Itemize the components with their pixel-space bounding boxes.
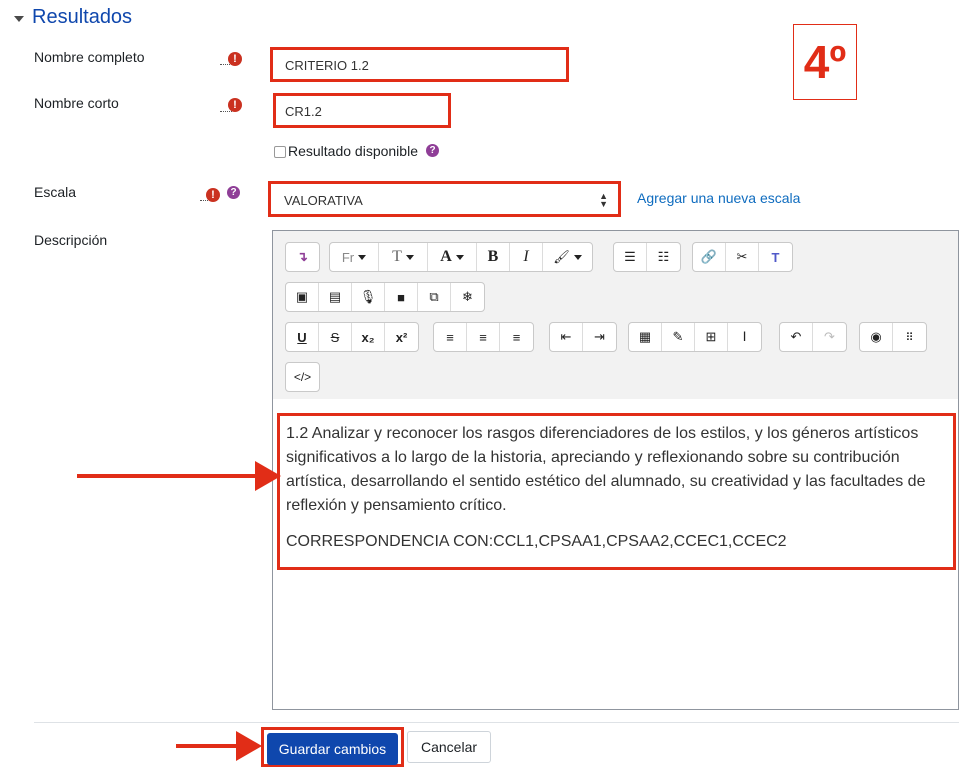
font-family-button[interactable]: Fr [330, 243, 379, 271]
align-right-button[interactable]: ≡ [500, 323, 533, 351]
add-scale-link[interactable]: Agregar una nueva escala [637, 190, 800, 206]
redo-button[interactable]: ↷ [813, 323, 846, 351]
code-icon: </> [293, 370, 312, 384]
help-icon[interactable]: ? [227, 186, 240, 199]
description-content[interactable]: 1.2 Analizar y reconocer los rasgos dife… [277, 413, 956, 570]
divider [34, 722, 959, 723]
link-button[interactable]: 🔗 [693, 243, 726, 271]
scale-label: Escala [34, 184, 77, 200]
select-arrows-icon: ▲ ▼ [599, 191, 608, 209]
text-cursor-icon: Ⅰ [742, 329, 747, 344]
paintbrush-icon: 🖌 [553, 249, 570, 264]
save-button[interactable]: Guardar cambios [267, 733, 398, 765]
accessibility-checker-button[interactable]: ◉ [860, 323, 893, 351]
section-title: Resultados [32, 6, 133, 28]
teams-icon: T [771, 249, 780, 265]
superscript-button[interactable]: x² [385, 323, 418, 351]
undo-icon: ↶ [790, 329, 802, 344]
redo-icon: ↷ [824, 329, 835, 344]
description-label: Descripción [34, 232, 108, 248]
record-video-button[interactable]: ■ [385, 283, 418, 311]
equation-button[interactable]: ▦ [629, 323, 662, 351]
media-file-icon: ▤ [328, 289, 342, 304]
table-button[interactable]: ⊞ [695, 323, 728, 351]
h5p-button[interactable]: ❄ [451, 283, 484, 311]
available-label: Resultado disponible [288, 143, 418, 159]
bullet-list-icon: ☰ [624, 249, 636, 264]
image-button[interactable]: ▣ [286, 283, 319, 311]
braille-icon: ⠿ [905, 331, 914, 344]
table-icon: ⊞ [705, 329, 717, 344]
calculator-icon: ▦ [638, 329, 652, 344]
indent-button[interactable]: ⇥ [583, 323, 616, 351]
font-color-icon: A [440, 248, 452, 265]
save-button-highlight: Guardar cambios [261, 727, 404, 767]
required-icon: ! [206, 188, 220, 202]
underline-button[interactable]: U [286, 323, 319, 351]
clear-format-button[interactable]: Ⅰ [728, 323, 761, 351]
description-paragraph: 1.2 Analizar y reconocer los rasgos dife… [286, 425, 926, 514]
h5p-icon: ❄ [462, 289, 473, 304]
align-center-button[interactable]: ≡ [467, 323, 500, 351]
fullname-input[interactable]: CRITERIO 1.2 [270, 47, 569, 82]
html-button[interactable]: </> [286, 363, 319, 391]
shortname-label: Nombre corto [34, 95, 119, 111]
pointer-arrow-line [176, 744, 238, 748]
font-size-icon: T [392, 248, 402, 265]
pointer-arrow-icon [255, 461, 281, 491]
pointer-arrow-icon [236, 731, 262, 761]
section-header[interactable]: Resultados [14, 6, 132, 29]
special-chars-button[interactable]: ✎ [662, 323, 695, 351]
editor-toolbar: ↴ Fr T A B I 🖌 ☰ ☷ 🔗 ✂ T ▣ ▤ 🎙 ■ ⧉ ❄ U S… [273, 231, 958, 400]
required-icon: ! [228, 98, 242, 112]
required-icon: ! [228, 52, 242, 66]
pointer-arrow-line [77, 474, 257, 478]
strikethrough-button[interactable]: S [319, 323, 352, 351]
toolbar-toggle-icon[interactable]: ↴ [286, 243, 319, 271]
edit-icon: ✎ [672, 329, 684, 344]
highlight-button[interactable]: 🖌 [543, 243, 592, 271]
scale-select[interactable]: VALORATIVA ▲ ▼ [268, 181, 621, 217]
help-icon[interactable]: ? [426, 144, 439, 157]
ordered-list-button[interactable]: ☷ [647, 243, 680, 271]
accessibility-icon: ◉ [870, 329, 882, 344]
step-annotation: 4º [793, 24, 857, 100]
link-icon: 🔗 [700, 249, 718, 264]
video-camera-icon: ■ [397, 289, 405, 305]
indent-icon: ⇥ [594, 329, 605, 344]
align-right-icon: ≡ [512, 329, 521, 345]
teams-button[interactable]: T [759, 243, 792, 271]
available-checkbox[interactable] [274, 146, 286, 158]
bold-button[interactable]: B [477, 243, 510, 271]
subscript-button[interactable]: x₂ [352, 323, 385, 351]
description-correspondence: CORRESPONDENCIA CON:CCL1,CPSAA1,CPSAA2,C… [286, 533, 787, 550]
unlink-icon: ✂ [736, 249, 748, 264]
outdent-button[interactable]: ⇤ [550, 323, 583, 351]
shortname-input[interactable]: CR1.2 [273, 93, 451, 128]
italic-button[interactable]: I [510, 243, 543, 271]
fullname-label: Nombre completo [34, 49, 145, 65]
media-button[interactable]: ▤ [319, 283, 352, 311]
collapse-caret-icon[interactable] [14, 15, 24, 22]
image-icon: ▣ [295, 289, 309, 304]
font-color-button[interactable]: A [428, 243, 477, 271]
numbered-list-icon: ☷ [657, 249, 670, 264]
screenreader-helper-button[interactable]: ⠿ [893, 323, 926, 351]
font-size-button[interactable]: T [379, 243, 428, 271]
label-dots [220, 111, 232, 112]
record-audio-button[interactable]: 🎙 [352, 283, 385, 311]
files-icon: ⧉ [429, 289, 439, 304]
microphone-icon: 🎙 [359, 289, 377, 304]
align-left-icon: ≡ [446, 329, 454, 345]
align-left-button[interactable]: ≡ [434, 323, 467, 351]
undo-button[interactable]: ↶ [780, 323, 813, 351]
unlink-button[interactable]: ✂ [726, 243, 759, 271]
unordered-list-button[interactable]: ☰ [614, 243, 647, 271]
outdent-icon: ⇤ [560, 329, 572, 344]
cancel-button[interactable]: Cancelar [407, 731, 492, 763]
manage-files-button[interactable]: ⧉ [418, 283, 451, 311]
align-center-icon: ≡ [479, 329, 487, 345]
